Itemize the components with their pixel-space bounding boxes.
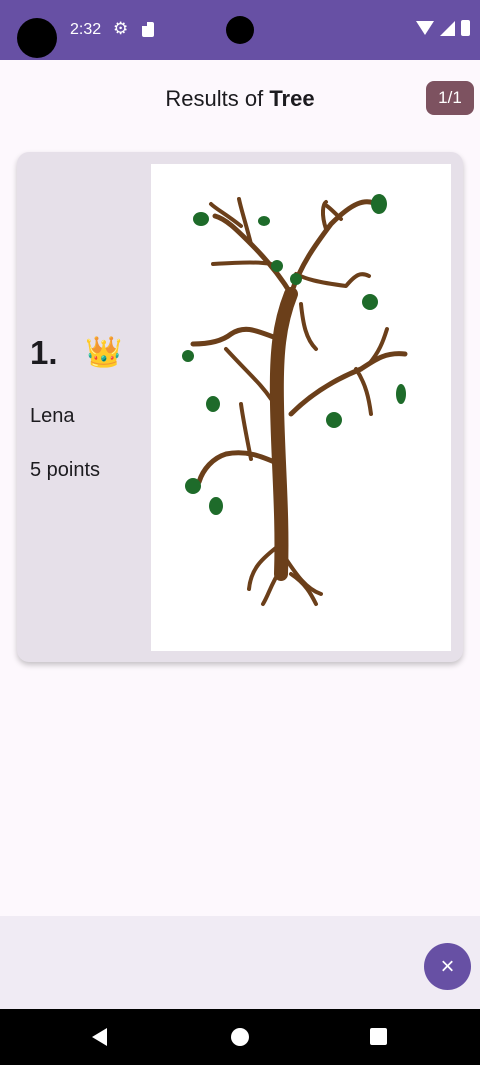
settings-icon: ⚙ [113, 19, 129, 38]
camera-cutout [17, 18, 57, 58]
status-icons [416, 20, 470, 36]
tree-drawing-svg [182, 194, 408, 606]
leaf [193, 212, 209, 226]
camera-cutout-center [226, 16, 254, 44]
leaf [258, 216, 270, 226]
result-card: 1. 👑 Lena 5 points [17, 152, 463, 662]
status-bar: 2:32 ⚙ [0, 0, 480, 60]
tree-drawing [151, 164, 451, 651]
leaf [371, 194, 387, 214]
title-word: Tree [269, 86, 315, 111]
leaf [209, 497, 223, 515]
leaf [362, 294, 378, 310]
recents-icon[interactable] [370, 1028, 387, 1045]
title-prefix: Results of [165, 86, 270, 111]
wifi-icon [416, 21, 434, 35]
leaf [271, 260, 283, 272]
close-icon: × [440, 952, 455, 980]
battery-icon [461, 20, 470, 36]
back-icon[interactable] [92, 1028, 107, 1046]
leaf [185, 478, 201, 494]
system-navigation-bar [0, 1009, 480, 1065]
leaf [290, 273, 302, 285]
bottom-app-bar [0, 916, 480, 1009]
header: Results of Tree 1/1 [0, 60, 480, 136]
leaf [326, 412, 342, 428]
status-time: 2:32 [70, 21, 102, 38]
leaves [182, 194, 406, 515]
home-icon[interactable] [231, 1028, 249, 1046]
rank-label: 1. [30, 334, 58, 371]
close-button[interactable]: × [424, 943, 471, 990]
leaf [206, 396, 220, 412]
page-indicator-badge: 1/1 [426, 81, 474, 115]
leaf [182, 350, 194, 362]
player-points: 5 points [30, 459, 101, 481]
sd-card-icon [142, 22, 154, 37]
page-title: Results of Tree [0, 86, 480, 112]
tree-trunk [269, 287, 298, 581]
player-name: Lena [30, 405, 75, 427]
leaf [396, 384, 406, 404]
crown-icon: 👑 [85, 336, 123, 369]
signal-icon [440, 20, 455, 36]
